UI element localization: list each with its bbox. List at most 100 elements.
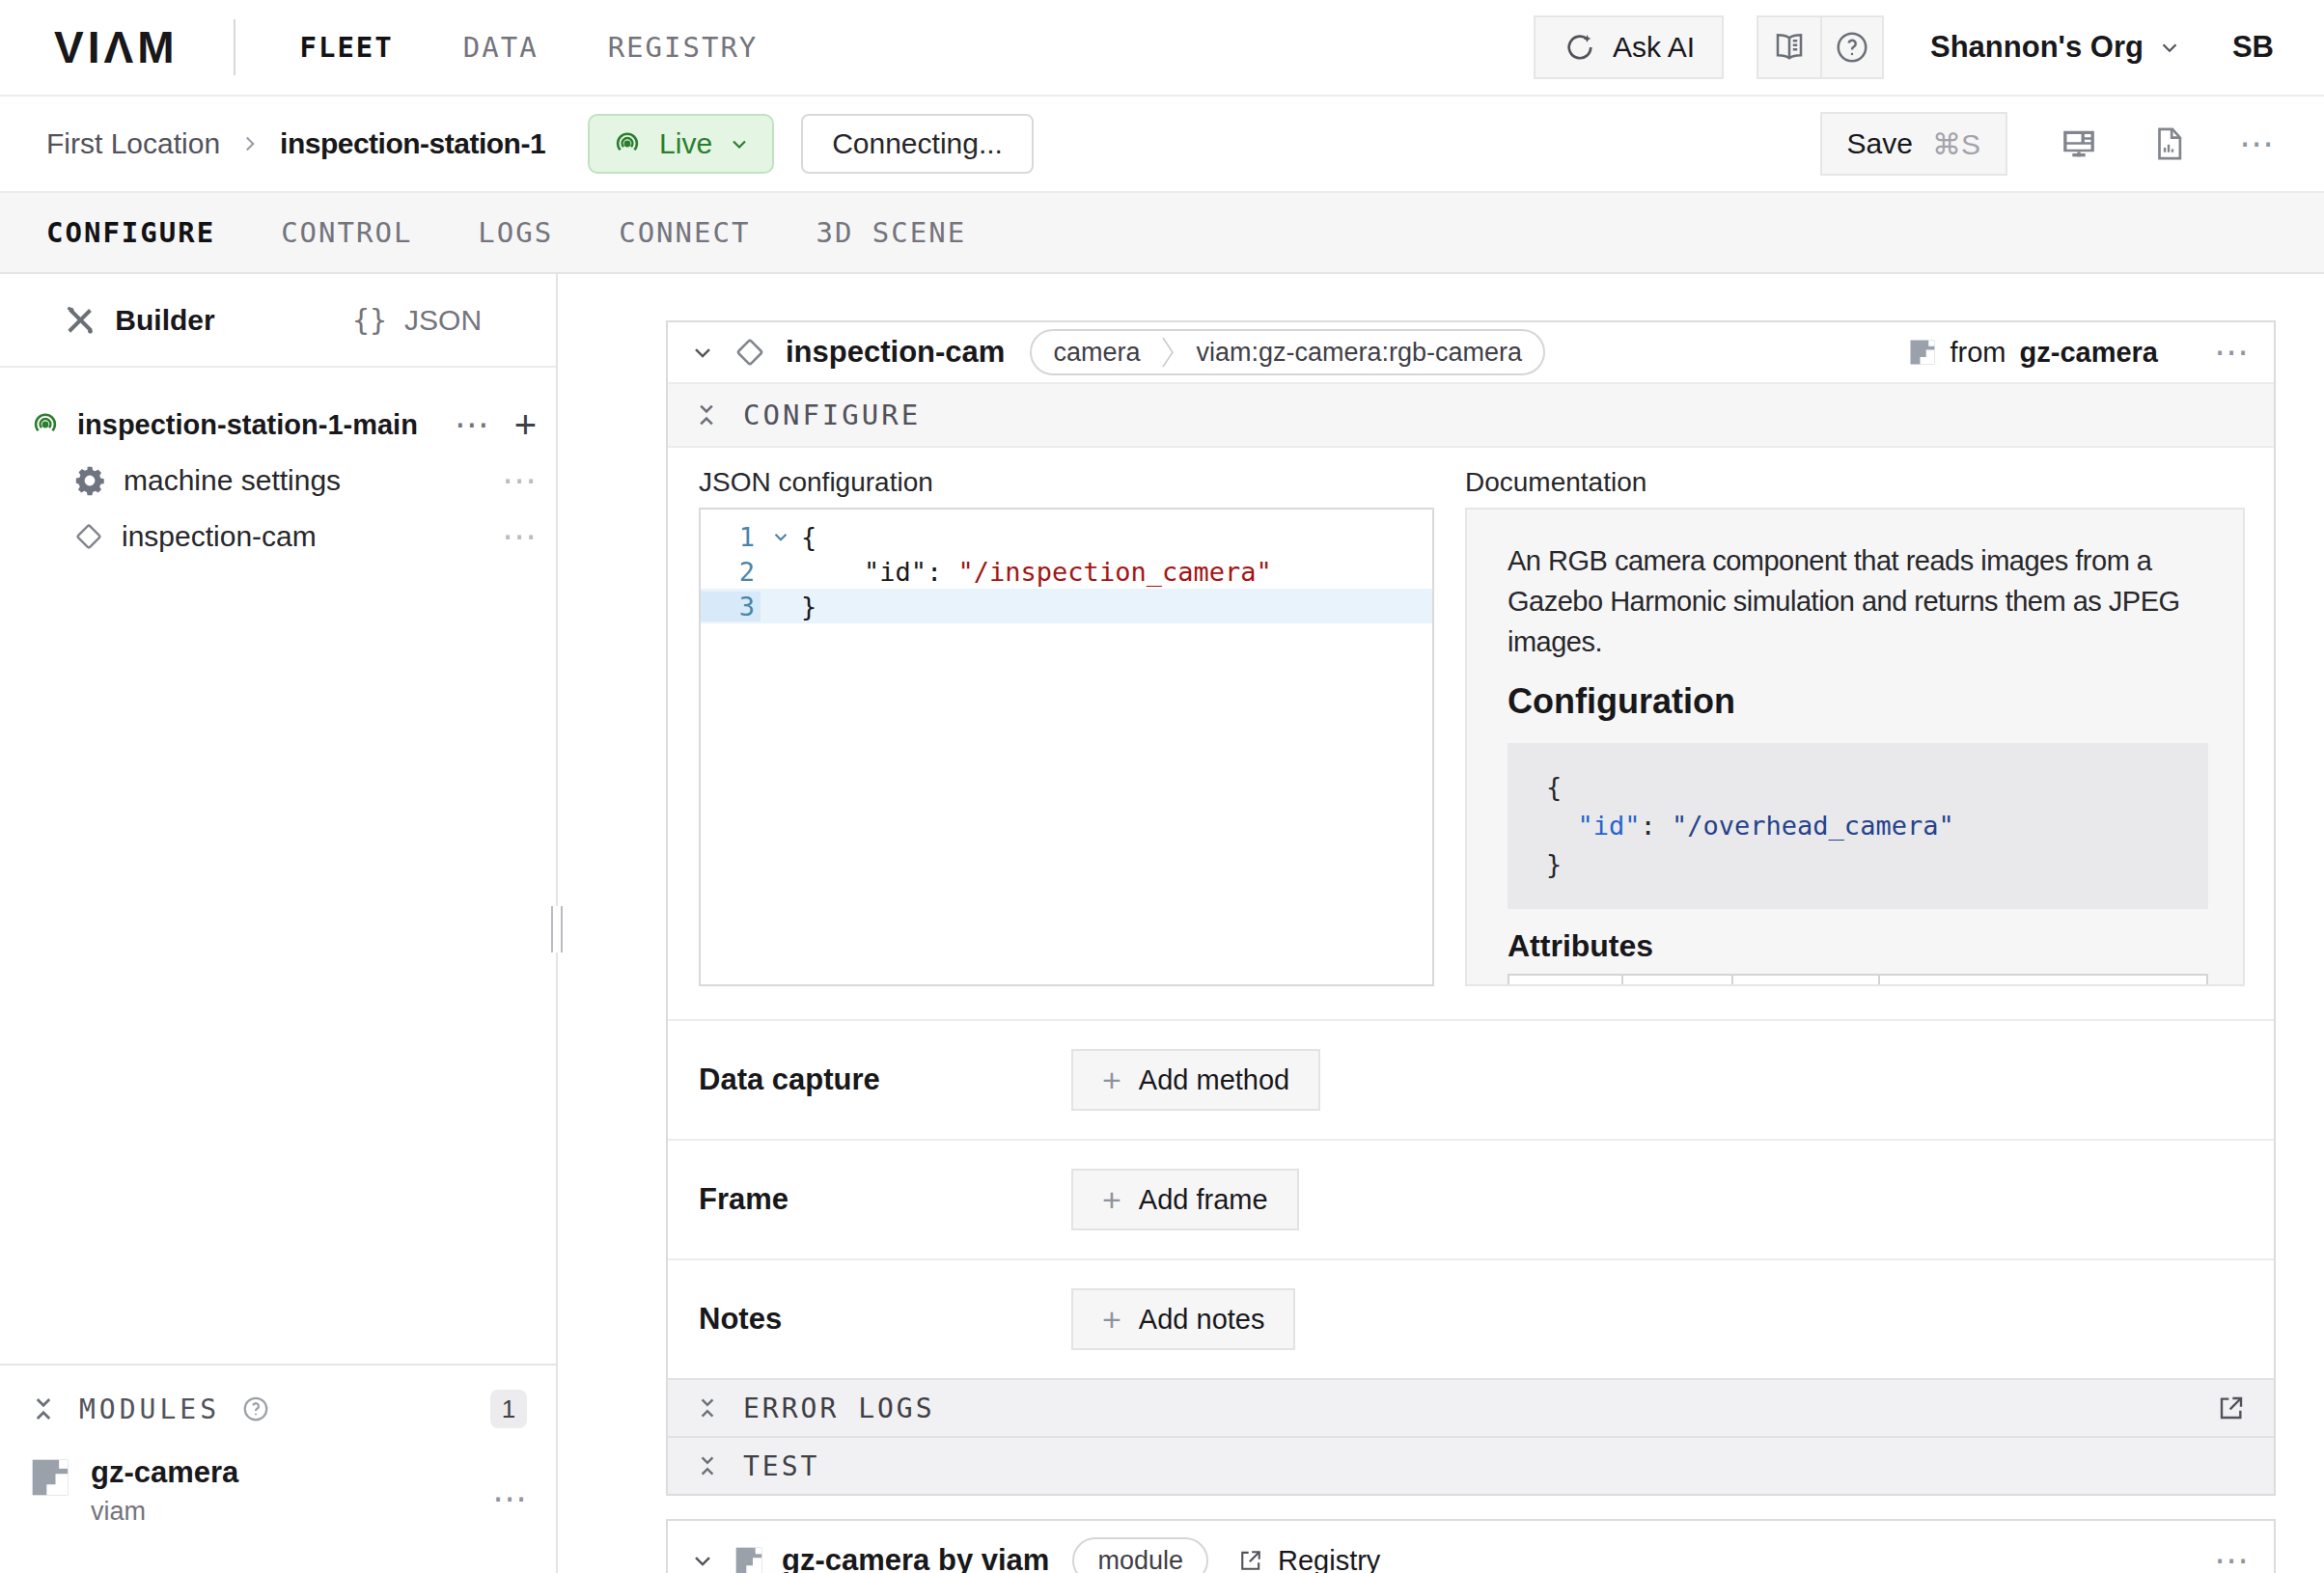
docs-button[interactable] (1758, 17, 1820, 77)
active-code-line: 3 } (701, 589, 1432, 623)
frame-section: Frame + Add frame (668, 1139, 2274, 1258)
component-type-tag: camera viam:gz-camera:rgb-camera (1030, 329, 1545, 375)
component-diamond-icon (733, 336, 766, 369)
help-icon[interactable] (241, 1394, 270, 1423)
configure-section-bar[interactable]: CONFIGURE (668, 382, 2274, 448)
component-diamond-icon (73, 521, 104, 552)
module-card-title: gz-camera by viam (782, 1543, 1049, 1573)
machine-header: First Location inspection-station-1 Live… (0, 97, 2324, 193)
module-card-more-menu[interactable]: ⋯ (2214, 1543, 2249, 1573)
from-module-name[interactable]: gz-camera (2020, 337, 2158, 369)
json-mode-tab[interactable]: {} JSON (278, 303, 556, 337)
config-sidebar: Builder {} JSON inspection-station-1-mai… (0, 274, 558, 1573)
collapse-chevron-icon[interactable] (689, 1547, 716, 1573)
add-notes-button[interactable]: + Add notes (1071, 1288, 1295, 1350)
chevron-down-icon (728, 132, 751, 155)
add-frame-button[interactable]: + Add frame (1071, 1169, 1299, 1230)
braces-icon: {} (352, 303, 387, 337)
top-nav: VIΛM FLEET DATA REGISTRY Ask AI (0, 0, 2324, 97)
open-logs-external-icon[interactable] (2216, 1393, 2247, 1423)
tree-item-inspection-cam[interactable]: inspection-cam ⋯ (29, 509, 537, 565)
component-name: inspection-cam (786, 335, 1005, 370)
add-component-button[interactable]: + (514, 405, 537, 444)
help-button-group (1757, 15, 1884, 79)
org-switcher[interactable]: Shannon's Org (1930, 30, 2182, 65)
builder-mode-tab[interactable]: Builder (0, 303, 278, 338)
gear-icon (73, 464, 106, 497)
chevron-down-icon (2157, 35, 2182, 60)
live-broadcast-icon (611, 127, 644, 160)
nav-tab-fleet[interactable]: FLEET (299, 31, 393, 64)
ask-ai-button[interactable]: Ask AI (1534, 15, 1724, 79)
plus-icon: + (1102, 1063, 1121, 1096)
connecting-button[interactable]: Connecting... (801, 114, 1034, 174)
documentation-panel: An RGB camera component that reads image… (1465, 508, 2245, 986)
attributes-heading: Attributes (1508, 928, 2208, 964)
documentation-body: An RGB camera component that reads image… (1508, 540, 2208, 662)
machine-monitor-icon[interactable] (2060, 124, 2098, 163)
sidebar-resize-handle[interactable] (551, 906, 563, 952)
registry-link[interactable]: Registry (1237, 1545, 1380, 1573)
notes-section: Notes + Add notes (668, 1258, 2274, 1378)
tab-3d-scene[interactable]: 3D SCENE (816, 216, 966, 249)
viam-logo[interactable]: VIΛM (54, 21, 178, 73)
json-config-editor[interactable]: 1 { 2 "i (699, 508, 1434, 986)
tab-configure[interactable]: CONFIGURE (46, 216, 215, 249)
machine-more-menu[interactable]: ⋯ (2239, 126, 2274, 161)
module-icon (29, 1456, 71, 1499)
from-label: from (1950, 337, 2006, 369)
module-icon (733, 1545, 764, 1573)
plus-icon: + (1102, 1183, 1121, 1216)
live-status-dropdown[interactable]: Live (588, 114, 774, 174)
tab-connect[interactable]: CONNECT (619, 216, 750, 249)
external-link-icon (1237, 1547, 1264, 1573)
tab-control[interactable]: CONTROL (281, 216, 412, 249)
module-icon (1908, 338, 1937, 367)
module-tag: module (1072, 1537, 1208, 1573)
collapse-chevron-icon[interactable] (689, 339, 716, 366)
machine-settings-more-menu[interactable]: ⋯ (502, 463, 537, 498)
part-more-menu[interactable]: ⋯ (455, 407, 489, 442)
book-icon (1772, 30, 1807, 65)
collapse-icon (695, 1453, 720, 1478)
tree-item-machine-main[interactable]: inspection-station-1-main ⋯ + (29, 397, 537, 453)
tag-divider (1161, 336, 1175, 369)
nav-tab-registry[interactable]: REGISTRY (608, 31, 759, 64)
error-logs-bar[interactable]: ERROR LOGS (668, 1378, 2274, 1436)
test-bar[interactable]: TEST (668, 1436, 2274, 1494)
nav-tab-data[interactable]: DATA (463, 31, 539, 64)
module-card-gz-camera: gz-camera by viam module Registry ⋯ (666, 1519, 2276, 1573)
component-more-menu[interactable]: ⋯ (2214, 335, 2249, 370)
configuration-heading: Configuration (1508, 681, 2208, 722)
module-more-menu[interactable]: ⋯ (492, 1481, 527, 1516)
save-button[interactable]: Save ⌘S (1820, 112, 2007, 176)
collapse-icon[interactable] (29, 1394, 58, 1423)
sparkle-refresh-icon (1563, 30, 1597, 65)
machine-part-live-icon (29, 408, 62, 441)
data-capture-section: Data capture + Add method (668, 1019, 2274, 1139)
help-icon (1834, 29, 1870, 66)
save-shortcut: ⌘S (1932, 127, 1980, 161)
plus-icon: + (1102, 1303, 1121, 1336)
avatar[interactable]: SB (2232, 30, 2274, 65)
breadcrumb-location[interactable]: First Location (46, 127, 220, 160)
module-list-item[interactable]: gz-camera viam ⋯ (29, 1456, 527, 1527)
modules-section: MODULES 1 gz-camera viam ⋯ (0, 1364, 556, 1573)
report-document-icon[interactable] (2150, 125, 2187, 162)
help-button[interactable] (1820, 17, 1882, 77)
documentation-label: Documentation (1465, 467, 2245, 498)
chevron-right-icon (237, 131, 263, 156)
tab-logs[interactable]: LOGS (478, 216, 553, 249)
fold-chevron-icon[interactable] (770, 526, 791, 547)
inspection-cam-more-menu[interactable]: ⋯ (502, 519, 537, 554)
add-method-button[interactable]: + Add method (1071, 1049, 1320, 1111)
attributes-table (1508, 974, 2208, 986)
component-card-inspection-cam: inspection-cam camera viam:gz-camera:rgb… (666, 320, 2276, 1496)
machine-part-name: inspection-station-1-main (77, 409, 418, 441)
documentation-code-block: { "id": "/overhead_camera" } (1508, 743, 2208, 909)
tree-item-machine-settings[interactable]: machine settings ⋯ (29, 453, 537, 509)
machine-tabbar: CONFIGURE CONTROL LOGS CONNECT 3D SCENE (0, 193, 2324, 274)
modules-count-badge: 1 (490, 1390, 527, 1428)
builder-tools-icon (63, 303, 97, 338)
collapse-icon (695, 1395, 720, 1421)
